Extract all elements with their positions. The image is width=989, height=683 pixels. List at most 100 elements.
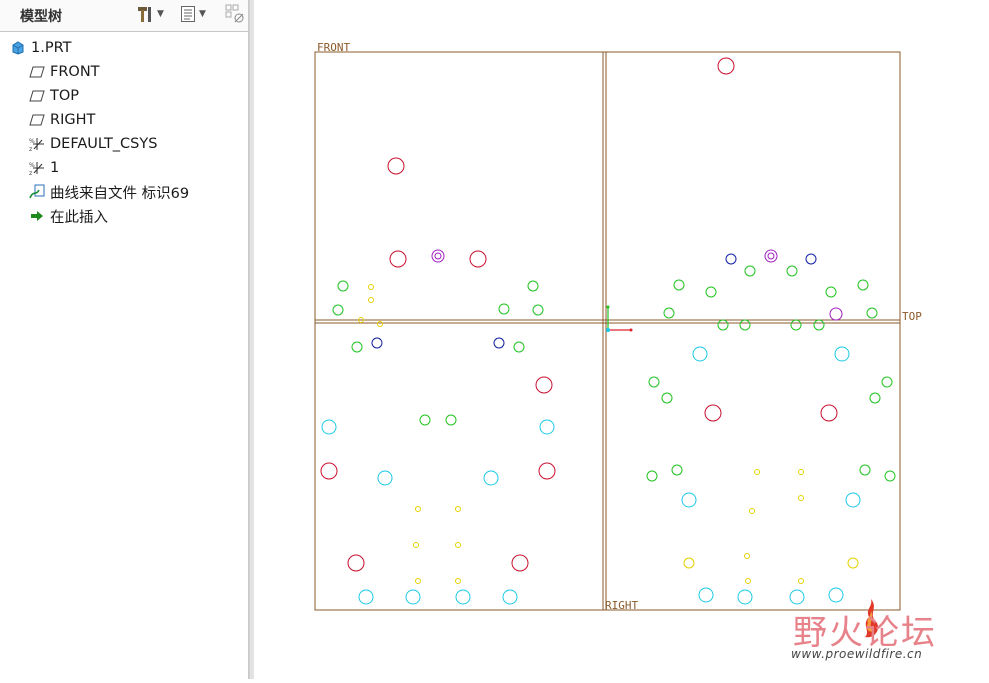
magenta-curve-circle[interactable] [767,252,775,260]
cyan-curve-circle[interactable] [358,589,374,605]
red-curve-circle[interactable] [535,376,553,394]
cyan-curve-circle[interactable] [377,470,393,486]
magenta-curve-circle[interactable] [431,249,445,263]
cyan-curve-circle[interactable] [828,587,844,603]
tree-item-right[interactable]: RIGHT [0,108,248,132]
green-curve-circle[interactable] [646,470,658,482]
cyan-curve-circle[interactable] [483,470,499,486]
tree-item-insert-here[interactable]: 在此插入 [0,204,248,228]
green-curve-circle[interactable] [744,265,756,277]
cyan-curve-circle[interactable] [845,492,861,508]
blue-curve-circle[interactable] [371,337,383,349]
magenta-curve-circle[interactable] [764,249,778,263]
yellow-curve-circle[interactable] [455,506,461,512]
yellow-curve-circle[interactable] [415,578,421,584]
cyan-curve-circle[interactable] [698,587,714,603]
cyan-curve-circle[interactable] [502,589,518,605]
yellow-curve-circle[interactable] [455,578,461,584]
magenta-curve-circle[interactable] [829,307,843,321]
visibility-toggle-button[interactable] [225,4,245,24]
green-curve-circle[interactable] [513,341,525,353]
csys-icon: % z [29,160,45,176]
green-curve-circle[interactable] [786,265,798,277]
tree-settings-button[interactable]: ▼ [136,4,164,24]
red-curve-circle[interactable] [347,554,365,572]
yellow-curve-circle[interactable] [368,297,374,303]
green-curve-circle[interactable] [648,376,660,388]
red-curve-circle[interactable] [820,404,838,422]
cyan-curve-circle[interactable] [455,589,471,605]
cyan-curve-circle[interactable] [405,589,421,605]
green-curve-circle[interactable] [739,319,751,331]
green-curve-circle[interactable] [663,307,675,319]
cyan-curve-circle[interactable] [834,346,850,362]
model-tree-title: 模型树 [20,9,62,25]
cyan-curve-circle[interactable] [321,419,337,435]
insert-here-arrow-icon [29,208,45,224]
datum-plane-icon [29,88,45,104]
yellow-curve-circle[interactable] [798,495,804,501]
green-curve-circle[interactable] [881,376,893,388]
yellow-curve-circle[interactable] [847,557,859,569]
green-curve-circle[interactable] [790,319,802,331]
blue-curve-circle[interactable] [725,253,737,265]
svg-text:z: z [29,170,32,176]
blue-curve-circle[interactable] [805,253,817,265]
red-curve-circle[interactable] [389,250,407,268]
red-curve-circle[interactable] [320,462,338,480]
yellow-curve-circle[interactable] [683,557,695,569]
yellow-curve-circle[interactable] [798,578,804,584]
tree-item-csys-1[interactable]: % z 1 [0,156,248,180]
green-curve-circle[interactable] [673,279,685,291]
green-curve-circle[interactable] [857,279,869,291]
green-curve-circle[interactable] [869,392,881,404]
yellow-curve-circle[interactable] [754,469,760,475]
green-curve-circle[interactable] [717,319,729,331]
cyan-curve-circle[interactable] [789,589,805,605]
green-curve-circle[interactable] [705,286,717,298]
green-curve-circle[interactable] [671,464,683,476]
yellow-curve-circle[interactable] [798,469,804,475]
tree-item-front[interactable]: FRONT [0,60,248,84]
yellow-curve-circle[interactable] [749,508,755,514]
red-curve-circle[interactable] [717,57,735,75]
yellow-curve-circle[interactable] [413,542,419,548]
green-curve-circle[interactable] [332,304,344,316]
graphics-viewport[interactable]: FRONT TOP RIGHT 野火论坛 www.proewildfire.cn [254,0,989,679]
green-curve-circle[interactable] [419,414,431,426]
red-curve-circle[interactable] [469,250,487,268]
green-curve-circle[interactable] [813,319,825,331]
green-curve-circle[interactable] [866,307,878,319]
red-curve-circle[interactable] [387,157,405,175]
green-curve-circle[interactable] [445,414,457,426]
cyan-curve-circle[interactable] [692,346,708,362]
tree-item-top[interactable]: TOP [0,84,248,108]
green-curve-circle[interactable] [337,280,349,292]
red-curve-circle[interactable] [538,462,556,480]
yellow-curve-circle[interactable] [368,284,374,290]
magenta-curve-circle[interactable] [434,252,442,260]
cyan-curve-circle[interactable] [539,419,555,435]
green-curve-circle[interactable] [825,286,837,298]
blue-curve-circle[interactable] [493,337,505,349]
green-curve-circle[interactable] [351,341,363,353]
tree-item-curve-from-file[interactable]: 曲线来自文件 标识69 [0,180,248,204]
cyan-curve-circle[interactable] [737,589,753,605]
green-curve-circle[interactable] [884,470,896,482]
yellow-curve-circle[interactable] [745,578,751,584]
show-menu-button[interactable]: ▼ [180,4,206,24]
yellow-curve-circle[interactable] [455,542,461,548]
red-curve-circle[interactable] [511,554,529,572]
green-curve-circle[interactable] [661,392,673,404]
yellow-curve-circle[interactable] [377,321,383,327]
green-curve-circle[interactable] [527,280,539,292]
tree-item-part[interactable]: 1.PRT [0,36,248,60]
green-curve-circle[interactable] [859,464,871,476]
green-curve-circle[interactable] [498,303,510,315]
yellow-curve-circle[interactable] [415,506,421,512]
yellow-curve-circle[interactable] [744,553,750,559]
cyan-curve-circle[interactable] [681,492,697,508]
red-curve-circle[interactable] [704,404,722,422]
green-curve-circle[interactable] [532,304,544,316]
tree-item-default-csys[interactable]: % z DEFAULT_CSYS [0,132,248,156]
